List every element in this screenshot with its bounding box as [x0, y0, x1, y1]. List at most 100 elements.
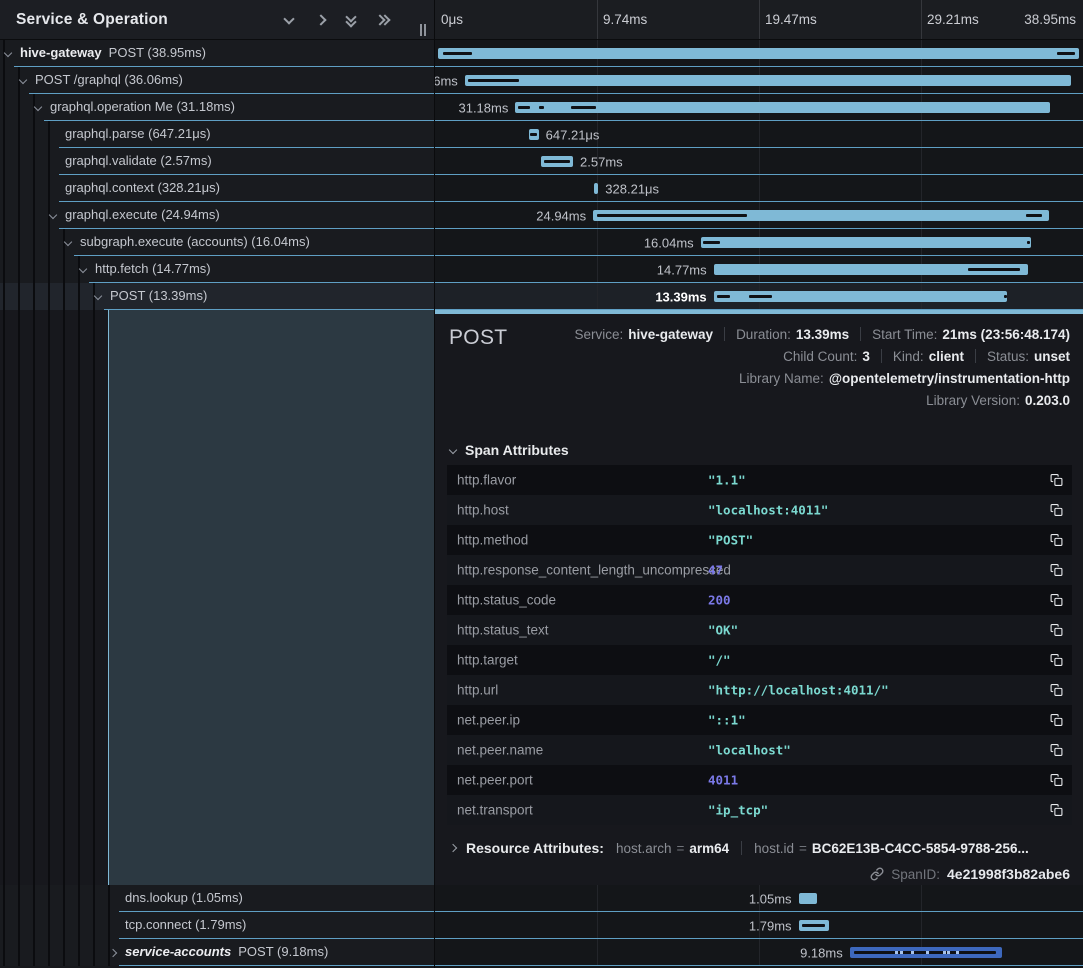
- indent-guide: [48, 175, 50, 202]
- span-bar-row[interactable]: 1.05ms: [435, 885, 1083, 912]
- chevron-down-icon[interactable]: [283, 13, 297, 27]
- span-bar[interactable]: [465, 75, 1072, 86]
- chevron-down-icon[interactable]: [19, 76, 27, 84]
- bar-segment: [968, 268, 1020, 271]
- bar-duration-label: 13.39ms: [655, 289, 706, 304]
- indent-guide: [3, 912, 5, 939]
- span-bar[interactable]: [515, 102, 1050, 113]
- grid-line: [759, 121, 760, 148]
- bar-duration-label: 328.21μs: [605, 181, 659, 196]
- chevron-down-icon[interactable]: [94, 292, 102, 300]
- chevron-down-icon[interactable]: [34, 103, 42, 111]
- copy-button[interactable]: [1046, 530, 1066, 550]
- attribute-row: http.host"localhost:4011": [447, 495, 1072, 525]
- copy-button[interactable]: [1046, 560, 1066, 580]
- bar-dot: [947, 951, 950, 954]
- grid-line: [759, 939, 760, 966]
- span-bar[interactable]: [714, 264, 1028, 275]
- span-bar[interactable]: [799, 920, 829, 931]
- span-bar[interactable]: [541, 156, 573, 167]
- chevron-down-icon[interactable]: [79, 265, 87, 273]
- panel-resize-handle[interactable]: [420, 24, 428, 36]
- span-attributes-table: http.flavor"1.1"http.host"localhost:4011…: [447, 465, 1072, 825]
- copy-button[interactable]: [1046, 800, 1066, 820]
- indent-guide: [3, 148, 5, 175]
- span-row[interactable]: graphql.operation Me (31.18ms): [0, 94, 434, 121]
- copy-button[interactable]: [1046, 620, 1066, 640]
- span-row-label: graphql.context (328.21μs): [65, 175, 220, 201]
- span-bar-row[interactable]: 31.18ms: [435, 94, 1083, 121]
- span-bars: 36.06ms 31.18ms647.21μs2.57ms 328.21μs 24.9…: [435, 40, 1083, 310]
- resource-attributes-header[interactable]: Resource Attributes: host.arch = arm64 h…: [450, 838, 1029, 858]
- span-bar[interactable]: [593, 210, 1049, 221]
- span-bar-row[interactable]: [435, 40, 1083, 67]
- span-bar-row[interactable]: 16.04ms: [435, 229, 1083, 256]
- attribute-row: http.flavor"1.1": [447, 465, 1072, 495]
- span-bar-row[interactable]: 13.39ms: [435, 283, 1083, 310]
- attribute-key: http.method: [457, 533, 528, 548]
- row-divider: [119, 965, 434, 966]
- span-row[interactable]: POST (13.39ms): [0, 283, 434, 310]
- chevron-right-icon: [449, 844, 457, 852]
- copy-icon: [1050, 533, 1063, 547]
- span-bar[interactable]: [799, 893, 818, 904]
- resource-value: BC62E13B-C4CC-5854-9788-256...: [812, 841, 1029, 856]
- span-bar-row[interactable]: 14.77ms: [435, 256, 1083, 283]
- span-row[interactable]: service-accountsPOST (9.18ms): [0, 939, 434, 966]
- span-row-label: POST /graphql (36.06ms): [35, 67, 183, 93]
- attribute-value: 200: [708, 593, 731, 608]
- span-row[interactable]: graphql.execute (24.94ms): [0, 202, 434, 229]
- copy-button[interactable]: [1046, 470, 1066, 490]
- copy-button[interactable]: [1046, 500, 1066, 520]
- span-bar-row[interactable]: 2.57ms: [435, 148, 1083, 175]
- span-row[interactable]: dns.lookup (1.05ms): [0, 885, 434, 912]
- span-bar[interactable]: [438, 48, 1080, 59]
- span-bar-row[interactable]: 9.18ms: [435, 939, 1083, 966]
- span-row[interactable]: POST /graphql (36.06ms): [0, 67, 434, 94]
- operation-name: graphql.operation Me (31.18ms): [50, 99, 235, 114]
- span-bar-row[interactable]: 647.21μs: [435, 121, 1083, 148]
- span-bar[interactable]: [850, 947, 1002, 958]
- bar-segment: [597, 214, 747, 217]
- span-bar[interactable]: [714, 291, 1007, 302]
- span-bar[interactable]: [701, 237, 1031, 248]
- chevron-right-icon[interactable]: [109, 949, 117, 957]
- link-icon[interactable]: [870, 867, 884, 881]
- span-row[interactable]: tcp.connect (1.79ms): [0, 912, 434, 939]
- span-row-label: graphql.validate (2.57ms): [65, 148, 212, 174]
- indent-guide: [3, 67, 5, 94]
- bar-duration-label: 36.06ms: [435, 73, 458, 88]
- span-row[interactable]: http.fetch (14.77ms): [0, 256, 434, 283]
- span-row[interactable]: graphql.parse (647.21μs): [0, 121, 434, 148]
- chevron-down-icon[interactable]: [49, 211, 57, 219]
- span-row[interactable]: graphql.context (328.21μs): [0, 175, 434, 202]
- bar-segment: [1027, 241, 1030, 244]
- attribute-row: net.peer.ip"::1": [447, 705, 1072, 735]
- copy-button[interactable]: [1046, 680, 1066, 700]
- collapse-all-icon[interactable]: [345, 13, 359, 27]
- indent-guide: [63, 256, 65, 283]
- span-bar-row[interactable]: 328.21μs: [435, 175, 1083, 202]
- chevron-down-icon[interactable]: [4, 49, 12, 57]
- span-bar-row[interactable]: 36.06ms: [435, 67, 1083, 94]
- expand-all-icon[interactable]: [376, 13, 390, 27]
- indent-guide: [33, 939, 35, 966]
- copy-button[interactable]: [1046, 710, 1066, 730]
- span-row[interactable]: hive-gatewayPOST (38.95ms): [0, 40, 434, 67]
- copy-button[interactable]: [1046, 740, 1066, 760]
- span-bar-row[interactable]: 1.79ms: [435, 912, 1083, 939]
- copy-button[interactable]: [1046, 650, 1066, 670]
- span-bar-row[interactable]: 24.94ms: [435, 202, 1083, 229]
- indent-guide: [33, 148, 35, 175]
- indent-guide: [3, 229, 5, 256]
- span-bar[interactable]: [594, 183, 599, 194]
- copy-button[interactable]: [1046, 770, 1066, 790]
- chevron-down-icon[interactable]: [64, 238, 72, 246]
- timeline-ruler[interactable]: 0μs 9.74ms 19.47ms 29.21ms 38.95ms: [435, 0, 1083, 40]
- copy-button[interactable]: [1046, 590, 1066, 610]
- chevron-right-icon[interactable]: [314, 13, 328, 27]
- span-bar[interactable]: [529, 129, 539, 140]
- span-attributes-header[interactable]: Span Attributes: [450, 442, 569, 458]
- span-row[interactable]: subgraph.execute (accounts) (16.04ms): [0, 229, 434, 256]
- span-row[interactable]: graphql.validate (2.57ms): [0, 148, 434, 175]
